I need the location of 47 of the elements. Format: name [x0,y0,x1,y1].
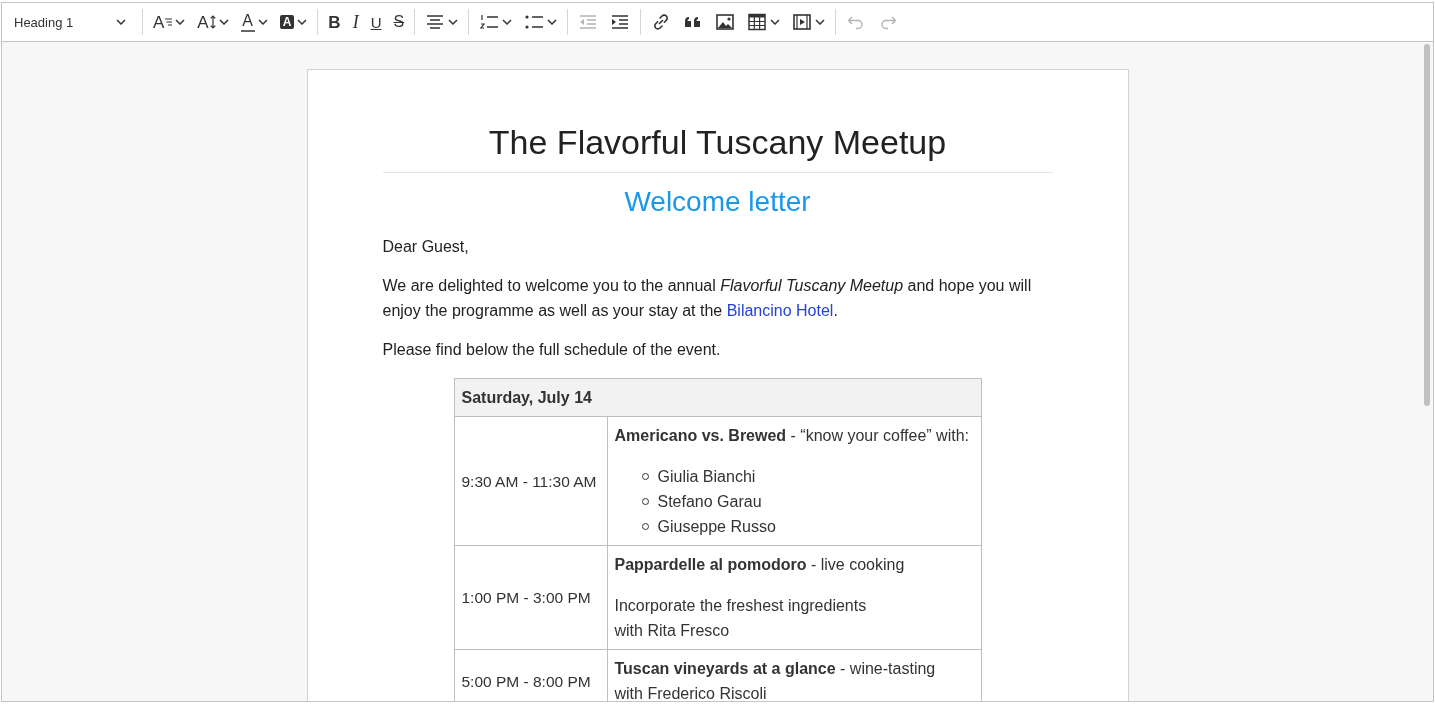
numbered-list-icon [479,12,500,32]
activity-text: Tuscan vineyards at a glance - wine-tasting with Frederico Riscoli [614,659,937,701]
activity-text: Pappardelle al pomodoro - live cooking [614,555,906,575]
outdent-icon [578,12,599,32]
toolbar-button[interactable]: A [191,7,235,37]
font-size-icon [165,18,173,26]
list-item: Stefano Garau [657,492,762,512]
toolbar-button[interactable]: S [387,7,411,37]
caret-icon [175,19,186,25]
time-cell: 1:00 PM - 3:00 PM [454,545,607,650]
toolbar-button[interactable]: A [234,7,274,37]
time-cell: 5:00 PM - 8:00 PM [454,649,607,701]
image-icon [715,12,736,32]
toolbar-button[interactable]: A [273,7,314,37]
caret-icon [257,19,268,25]
table-icon [747,12,768,32]
toolbar-button[interactable]: I [346,7,365,37]
heading-dropdown[interactable]: Heading 1 [6,7,134,37]
hotel-link[interactable]: Bilancino Hotel [726,302,834,319]
caret-icon [116,19,126,25]
align-center-icon [425,12,446,32]
paragraph: Please find below the full schedule of the event. [382,340,722,360]
document-title: The Flavorful Tuscany Meetup [382,70,1053,173]
caret-icon [770,19,781,25]
indent-icon [610,12,631,32]
activity-text: Incorporate the freshest ingredients with Rita Fresco [614,596,868,641]
table-header-cell: Saturday, July 14 [454,378,981,417]
list-item: Giulia Bianchi [657,467,756,487]
time-cell: 9:30 AM - 11:30 AM [454,416,607,546]
video-icon [792,12,813,32]
caret-icon [547,19,558,25]
caret-icon [297,19,308,25]
underline-bar-icon [240,29,255,32]
paragraph: Dear Guest, [382,237,470,257]
scrollbar-thumb[interactable] [1424,44,1430,406]
paragraph: We are delighted to welcome you to the annual Flavorful Tuscany Meetup and hope you will enjoy the programme as well as your stay at the Bilancino Hotel. [382,276,1033,321]
caret-icon [502,19,513,25]
caret-icon [448,19,459,25]
toolbar-button[interactable]: B [322,7,347,37]
line-height-icon [209,15,216,29]
caret-icon [815,19,826,25]
document-subtitle: Welcome letter [623,185,812,219]
toolbar-button[interactable]: U [364,7,388,37]
list-item: Giuseppe Russo [657,517,776,537]
caret-icon [218,19,229,25]
activity-text: Americano vs. Brewed - “know your coffee” with: [614,426,970,446]
toolbar-button[interactable]: A [147,7,192,37]
